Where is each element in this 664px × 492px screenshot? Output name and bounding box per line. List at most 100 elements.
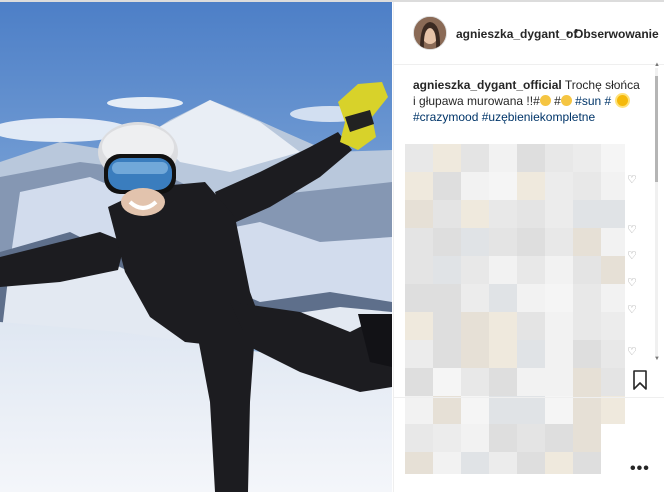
post-caption: agnieszka_dygant_official Trochę słońca … — [413, 77, 641, 125]
blurred-pixel — [461, 424, 489, 452]
blurred-pixel — [517, 284, 545, 312]
caption-text-line2: głupawa murowana !!# — [419, 94, 540, 108]
hashtag-uzebienie-link[interactable]: #uzębieniekompletne — [482, 110, 595, 124]
blurred-pixel — [573, 256, 601, 284]
blurred-pixel — [601, 368, 625, 396]
blurred-pixel — [405, 312, 433, 340]
hashtag-sun-link[interactable]: #sun — [575, 94, 601, 108]
blurred-pixel — [517, 312, 545, 340]
blurred-pixel — [461, 452, 489, 474]
blurred-pixel — [573, 368, 601, 396]
blurred-pixel — [433, 200, 461, 228]
blurred-pixel — [545, 200, 573, 228]
blurred-pixel — [489, 312, 517, 340]
bookmark-icon[interactable] — [632, 370, 648, 390]
blurred-pixel — [405, 228, 433, 256]
header-username-link[interactable]: agnieszka_dygant_of — [456, 27, 577, 41]
blurred-pixel — [545, 368, 573, 396]
heart-icon[interactable]: ♡ — [627, 224, 639, 236]
blurred-pixel — [573, 228, 601, 256]
blurred-pixel — [517, 228, 545, 256]
hashtag-crazymood-link[interactable]: #crazymood — [413, 110, 478, 124]
profile-avatar-icon — [414, 17, 446, 49]
blurred-pixel — [517, 396, 545, 424]
heart-icon[interactable]: ♡ — [627, 250, 639, 262]
blurred-pixel — [573, 284, 601, 312]
follow-button[interactable]: Obserwowanie — [574, 27, 659, 41]
blurred-pixel — [601, 312, 625, 340]
blurred-pixel — [433, 396, 461, 424]
blurred-pixel — [405, 424, 433, 452]
blurred-pixel — [573, 312, 601, 340]
blurred-pixel — [573, 452, 601, 474]
blurred-pixel — [517, 368, 545, 396]
grin-emoji-icon — [539, 95, 551, 106]
sun-emoji-icon — [616, 95, 628, 106]
scroll-down-arrow-icon[interactable]: ▼ — [654, 356, 660, 362]
scrollbar-thumb[interactable] — [655, 76, 658, 182]
blurred-pixel — [545, 396, 573, 424]
blurred-pixel — [573, 144, 601, 172]
blurred-pixel — [517, 340, 545, 368]
blurred-pixel — [489, 368, 517, 396]
blurred-pixel — [545, 144, 573, 172]
blurred-pixel — [433, 424, 461, 452]
heart-icon[interactable]: ♡ — [627, 346, 639, 358]
comments-scrollbar[interactable]: ▲ ▼ — [654, 62, 660, 362]
blurred-pixel — [573, 200, 601, 228]
separator-dot: • — [566, 26, 571, 40]
blurred-pixel — [601, 200, 625, 228]
blurred-pixel — [433, 452, 461, 474]
blurred-pixel — [545, 340, 573, 368]
blurred-pixel — [545, 284, 573, 312]
blurred-pixel — [433, 256, 461, 284]
blurred-pixel — [489, 228, 517, 256]
blurred-pixel — [545, 312, 573, 340]
blurred-pixel — [517, 256, 545, 284]
heart-icon[interactable]: ♡ — [627, 277, 639, 289]
blurred-comments-area — [405, 144, 625, 474]
blurred-pixel — [489, 172, 517, 200]
blurred-pixel — [461, 228, 489, 256]
blurred-pixel — [489, 200, 517, 228]
blurred-pixel — [405, 368, 433, 396]
blurred-pixel — [573, 172, 601, 200]
blurred-pixel — [601, 144, 625, 172]
blurred-pixel — [573, 396, 601, 424]
blurred-pixel — [461, 368, 489, 396]
blurred-pixel — [601, 396, 625, 424]
blurred-pixel — [405, 172, 433, 200]
blurred-pixel — [601, 284, 625, 312]
more-options-icon[interactable]: ••• — [630, 460, 650, 478]
blurred-pixel — [405, 340, 433, 368]
heart-icon[interactable]: ♡ — [627, 304, 639, 316]
blurred-pixel — [573, 424, 601, 452]
post-photo[interactable] — [0, 2, 392, 492]
heart-icon[interactable]: ♡ — [627, 174, 639, 186]
blurred-pixel — [405, 452, 433, 474]
blurred-pixel — [405, 256, 433, 284]
blurred-pixel — [545, 424, 573, 452]
instagram-post: agnieszka_dygant_of • Obserwowanie agnie… — [0, 2, 664, 492]
caption-hash: # — [554, 94, 561, 108]
hashtag-link[interactable]: # — [605, 94, 612, 108]
blurred-pixel — [461, 172, 489, 200]
blurred-pixel — [601, 228, 625, 256]
blurred-pixel — [405, 396, 433, 424]
blurred-pixel — [433, 284, 461, 312]
blurred-pixel — [461, 312, 489, 340]
blurred-pixel — [461, 144, 489, 172]
blurred-pixel — [517, 424, 545, 452]
blurred-pixel — [517, 144, 545, 172]
scroll-up-arrow-icon[interactable]: ▲ — [654, 62, 660, 68]
blurred-pixel — [433, 340, 461, 368]
blurred-pixel — [489, 424, 517, 452]
blurred-pixel — [517, 172, 545, 200]
blurred-pixel — [517, 200, 545, 228]
blurred-pixel — [545, 452, 573, 474]
blurred-pixel — [545, 228, 573, 256]
caption-username-link[interactable]: agnieszka_dygant_official — [413, 78, 562, 92]
blurred-pixel — [489, 452, 517, 474]
blurred-pixel — [601, 172, 625, 200]
avatar[interactable] — [413, 16, 447, 50]
